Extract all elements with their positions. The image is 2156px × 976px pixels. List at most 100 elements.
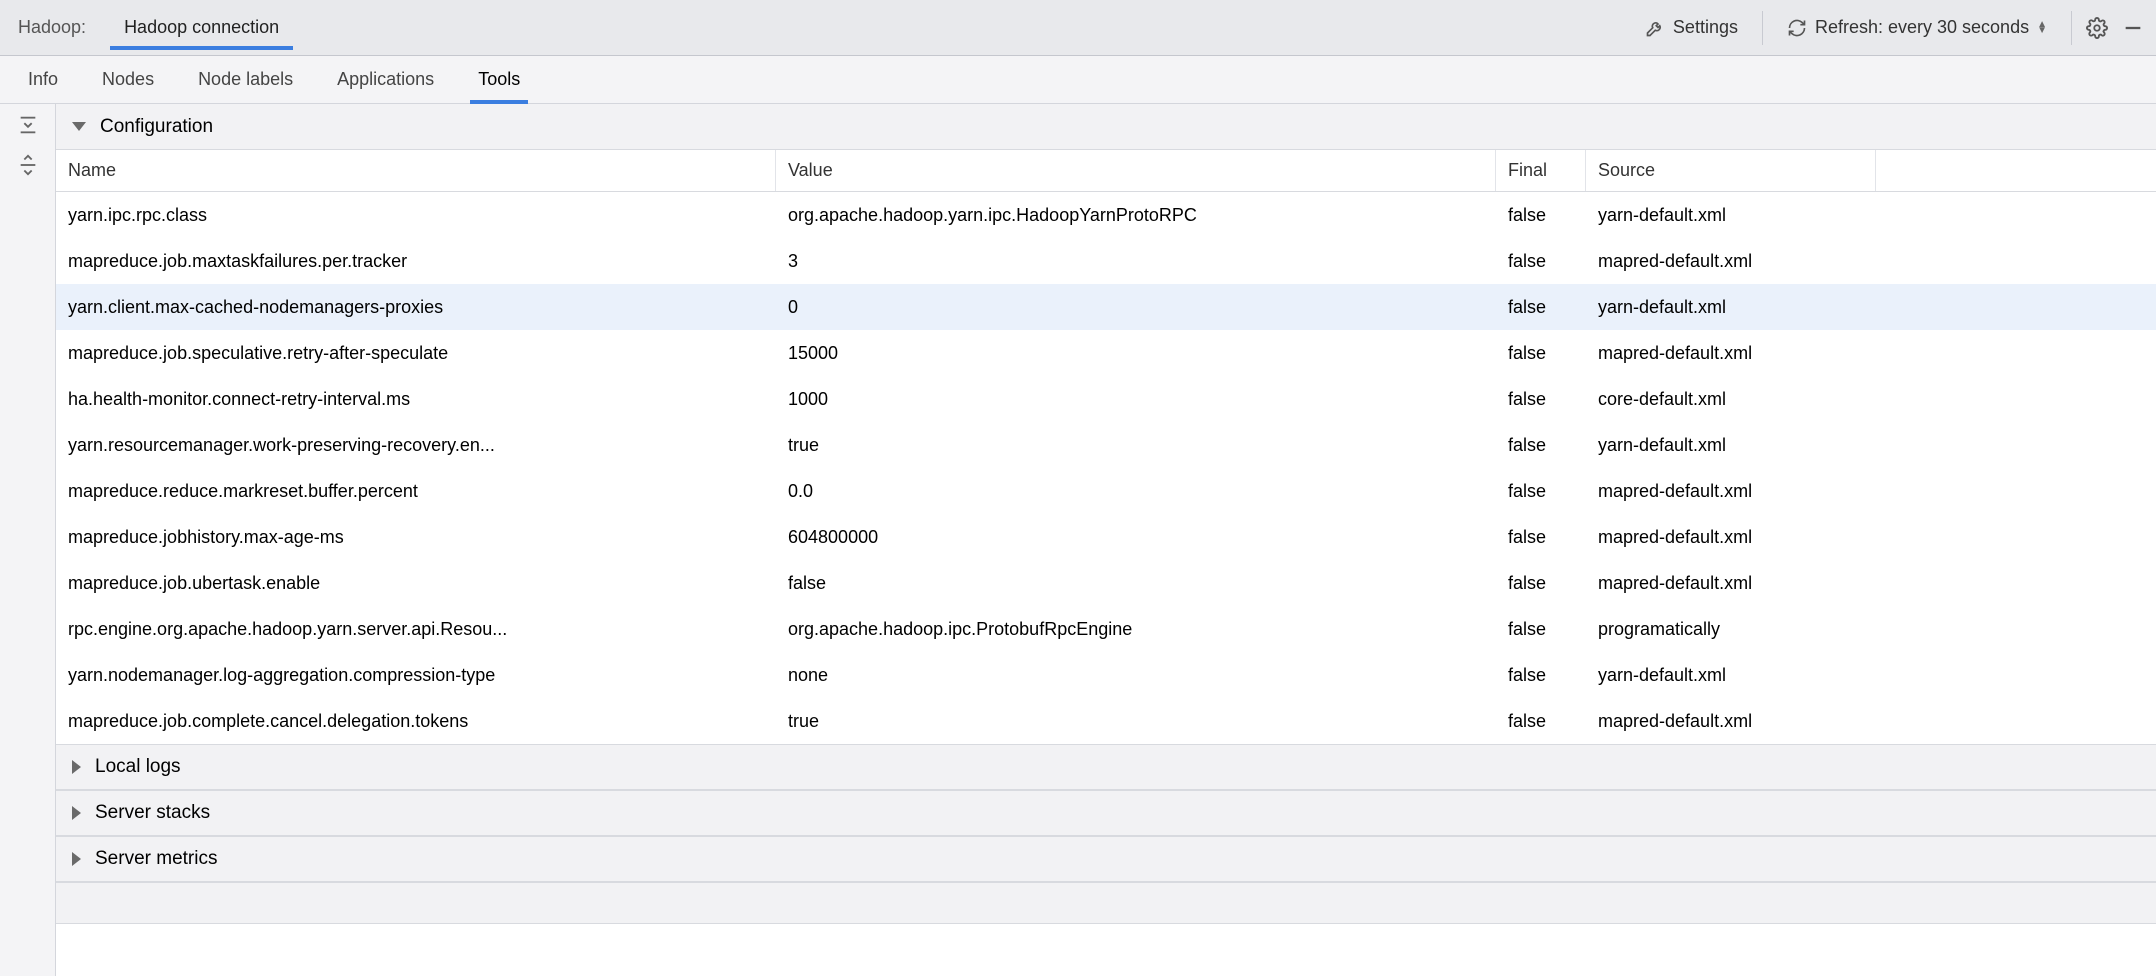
table-row[interactable]: mapreduce.jobhistory.max-age-ms604800000… [56, 514, 2156, 560]
cell-name: rpc.engine.org.apache.hadoop.yarn.server… [56, 619, 776, 640]
collapse-all-icon[interactable] [17, 154, 39, 176]
gear-icon[interactable] [2086, 17, 2108, 39]
tab-info[interactable]: Info [20, 59, 66, 100]
settings-button[interactable]: Settings [1635, 13, 1748, 42]
cell-source: yarn-default.xml [1586, 665, 1876, 686]
section-configuration[interactable]: Configuration [56, 104, 2156, 150]
cell-final: false [1496, 619, 1586, 640]
cell-name: mapreduce.jobhistory.max-age-ms [56, 527, 776, 548]
cell-source: mapred-default.xml [1586, 527, 1876, 548]
chevron-right-icon [72, 852, 81, 866]
section-server-stacks-label: Server stacks [95, 802, 210, 824]
refresh-label: Refresh: every 30 seconds [1815, 17, 2029, 38]
chevron-right-icon [72, 760, 81, 774]
table-row[interactable]: mapreduce.job.speculative.retry-after-sp… [56, 330, 2156, 376]
table-row[interactable]: mapreduce.reduce.markreset.buffer.percen… [56, 468, 2156, 514]
cell-value: 1000 [776, 389, 1496, 410]
chevron-down-icon [72, 122, 86, 131]
tab-node-labels[interactable]: Node labels [190, 59, 301, 100]
cell-value: 604800000 [776, 527, 1496, 548]
cell-final: false [1496, 297, 1586, 318]
col-value[interactable]: Value [776, 150, 1496, 191]
expand-all-icon[interactable] [17, 114, 39, 136]
table-row[interactable]: yarn.ipc.rpc.classorg.apache.hadoop.yarn… [56, 192, 2156, 238]
content-wrap: Configuration Name Value Final Source ya… [0, 104, 2156, 976]
section-empty [56, 882, 2156, 924]
cell-name: yarn.resourcemanager.work-preserving-rec… [56, 435, 776, 456]
table-row[interactable]: mapreduce.job.maxtaskfailures.per.tracke… [56, 238, 2156, 284]
top-bar: Hadoop: Hadoop connection Settings Refre… [0, 0, 2156, 56]
tab-applications[interactable]: Applications [329, 59, 442, 100]
module-label: Hadoop: [12, 17, 92, 38]
table-row[interactable]: yarn.nodemanager.log-aggregation.compres… [56, 652, 2156, 698]
stepper-icon[interactable]: ▲▼ [2037, 22, 2047, 34]
cell-source: mapred-default.xml [1586, 711, 1876, 732]
section-configuration-label: Configuration [100, 116, 213, 138]
table-row[interactable]: ha.health-monitor.connect-retry-interval… [56, 376, 2156, 422]
cell-value: 0 [776, 297, 1496, 318]
top-bar-left: Hadoop: Hadoop connection [12, 9, 293, 46]
cell-name: yarn.ipc.rpc.class [56, 205, 776, 226]
table-row[interactable]: mapreduce.job.complete.cancel.delegation… [56, 698, 2156, 744]
cell-name: yarn.client.max-cached-nodemanagers-prox… [56, 297, 776, 318]
table-row[interactable]: yarn.resourcemanager.work-preserving-rec… [56, 422, 2156, 468]
tab-bar: Info Nodes Node labels Applications Tool… [0, 56, 2156, 104]
cell-final: false [1496, 389, 1586, 410]
refresh-button[interactable]: Refresh: every 30 seconds ▲▼ [1777, 13, 2057, 42]
cell-source: yarn-default.xml [1586, 205, 1876, 226]
cell-name: mapreduce.job.ubertask.enable [56, 573, 776, 594]
cell-value: true [776, 435, 1496, 456]
cell-name: mapreduce.reduce.markreset.buffer.percen… [56, 481, 776, 502]
cell-source: programatically [1586, 619, 1876, 640]
cell-name: mapreduce.job.maxtaskfailures.per.tracke… [56, 251, 776, 272]
settings-label: Settings [1673, 17, 1738, 38]
cell-source: mapred-default.xml [1586, 481, 1876, 502]
cell-final: false [1496, 343, 1586, 364]
section-local-logs[interactable]: Local logs [56, 744, 2156, 790]
table-header: Name Value Final Source [56, 150, 2156, 192]
cell-final: false [1496, 205, 1586, 226]
configuration-table: Name Value Final Source yarn.ipc.rpc.cla… [56, 150, 2156, 744]
cell-source: mapred-default.xml [1586, 573, 1876, 594]
cell-source: core-default.xml [1586, 389, 1876, 410]
gutter [0, 104, 56, 976]
col-source[interactable]: Source [1586, 150, 1876, 191]
cell-final: false [1496, 251, 1586, 272]
cell-value: org.apache.hadoop.ipc.ProtobufRpcEngine [776, 619, 1496, 640]
section-server-metrics[interactable]: Server metrics [56, 836, 2156, 882]
cell-final: false [1496, 665, 1586, 686]
cell-name: mapreduce.job.speculative.retry-after-sp… [56, 343, 776, 364]
table-row[interactable]: yarn.client.max-cached-nodemanagers-prox… [56, 284, 2156, 330]
col-final[interactable]: Final [1496, 150, 1586, 191]
cell-source: yarn-default.xml [1586, 297, 1876, 318]
col-name[interactable]: Name [56, 150, 776, 191]
content: Configuration Name Value Final Source ya… [56, 104, 2156, 976]
cell-value: org.apache.hadoop.yarn.ipc.HadoopYarnPro… [776, 205, 1496, 226]
cell-value: false [776, 573, 1496, 594]
cell-final: false [1496, 481, 1586, 502]
section-local-logs-label: Local logs [95, 756, 181, 778]
section-server-stacks[interactable]: Server stacks [56, 790, 2156, 836]
refresh-icon [1787, 18, 1807, 38]
connection-tab[interactable]: Hadoop connection [110, 9, 293, 50]
table-row[interactable]: rpc.engine.org.apache.hadoop.yarn.server… [56, 606, 2156, 652]
table-row[interactable]: mapreduce.job.ubertask.enablefalsefalsem… [56, 560, 2156, 606]
cell-value: 3 [776, 251, 1496, 272]
cell-value: true [776, 711, 1496, 732]
tab-nodes[interactable]: Nodes [94, 59, 162, 100]
chevron-right-icon [72, 806, 81, 820]
top-bar-right: Settings Refresh: every 30 seconds ▲▼ [1635, 11, 2144, 45]
cell-value: 15000 [776, 343, 1496, 364]
cell-final: false [1496, 527, 1586, 548]
section-server-metrics-label: Server metrics [95, 848, 217, 870]
wrench-icon [1645, 18, 1665, 38]
separator [2071, 11, 2072, 45]
cell-source: yarn-default.xml [1586, 435, 1876, 456]
cell-final: false [1496, 711, 1586, 732]
table-body: yarn.ipc.rpc.classorg.apache.hadoop.yarn… [56, 192, 2156, 744]
minimize-icon[interactable] [2122, 17, 2144, 39]
cell-final: false [1496, 573, 1586, 594]
cell-name: yarn.nodemanager.log-aggregation.compres… [56, 665, 776, 686]
tab-tools[interactable]: Tools [470, 59, 528, 104]
cell-final: false [1496, 435, 1586, 456]
